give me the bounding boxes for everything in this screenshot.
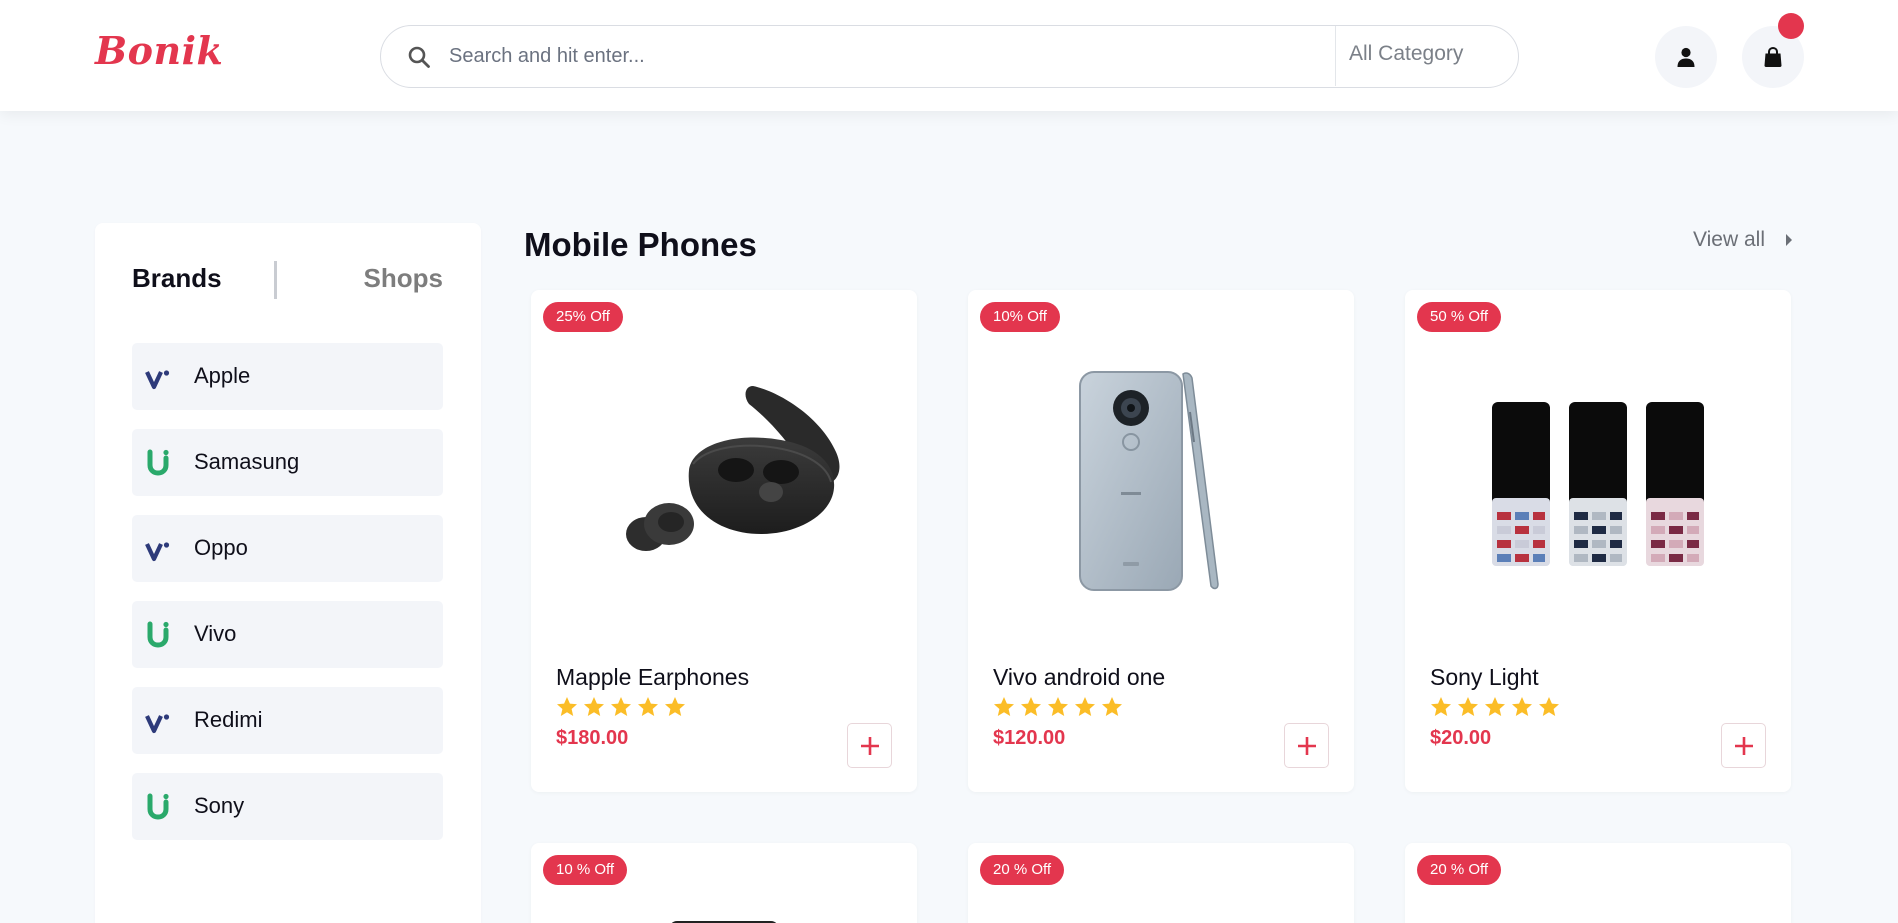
discount-badge: 10% Off <box>980 302 1060 332</box>
plus-icon <box>1298 737 1316 755</box>
rating-stars <box>1429 695 1564 719</box>
product-card[interactable]: 10 % Off <box>531 843 917 923</box>
account-button[interactable] <box>1655 26 1717 88</box>
product-card[interactable]: 50 % Off Sony Light $20.00 <box>1405 290 1791 792</box>
discount-badge: 20 % Off <box>1417 855 1502 885</box>
shopping-bag-icon <box>1764 46 1782 67</box>
star-icon <box>611 697 631 716</box>
star-icon <box>665 697 685 716</box>
v-logo-icon <box>145 714 170 734</box>
product-card[interactable]: 10% Off Vivo android one $120.00 <box>968 290 1354 792</box>
brand-label: Sony <box>194 793 245 818</box>
brand-item-vivo[interactable]: Vivo <box>132 601 443 668</box>
search-icon[interactable] <box>407 45 431 69</box>
brand-item-samasung[interactable]: Samasung <box>132 429 443 496</box>
brand-list: Apple Samasung Oppo Vivo Redimi Sony <box>132 343 443 859</box>
add-to-cart-button[interactable] <box>1721 723 1766 768</box>
u-logo-icon <box>147 449 169 476</box>
star-icon <box>1512 697 1532 716</box>
search-divider <box>1335 26 1336 86</box>
brand-item-apple[interactable]: Apple <box>132 343 443 410</box>
star-icon <box>994 697 1014 716</box>
plus-icon <box>861 737 879 755</box>
star-icon <box>584 697 604 716</box>
view-all-link[interactable]: View all <box>1693 228 1765 252</box>
star-icon <box>1539 697 1559 716</box>
star-icon <box>1485 697 1505 716</box>
v-logo-icon <box>145 370 170 390</box>
product-price: $180.00 <box>556 727 629 749</box>
discount-badge: 50 % Off <box>1417 302 1502 332</box>
section-title: Mobile Phones <box>524 226 757 263</box>
discount-badge: 25% Off <box>543 302 623 332</box>
user-icon <box>1677 47 1695 67</box>
brand-item-sony[interactable]: Sony <box>132 773 443 840</box>
add-to-cart-button[interactable] <box>847 723 892 768</box>
product-card[interactable]: 20 % Off <box>1405 843 1791 923</box>
brand-label: Oppo <box>194 535 248 560</box>
tab-shops[interactable]: Shops <box>364 263 443 294</box>
plus-icon <box>1735 737 1753 755</box>
u-logo-icon <box>147 621 169 648</box>
product-name[interactable]: Mapple Earphones <box>556 664 749 691</box>
product-name[interactable]: Sony Light <box>1430 664 1539 691</box>
brand-item-oppo[interactable]: Oppo <box>132 515 443 582</box>
add-to-cart-button[interactable] <box>1284 723 1329 768</box>
star-icon <box>1048 697 1068 716</box>
caret-right-icon[interactable] <box>1784 232 1794 248</box>
feature-phones-image <box>1492 402 1704 566</box>
product-card[interactable]: 25% Off Mapple Earphones $180.00 <box>531 290 917 792</box>
earbuds-image <box>626 386 840 551</box>
product-name[interactable]: Vivo android one <box>993 664 1165 691</box>
smartphone-image <box>1079 371 1219 591</box>
rating-stars <box>555 695 690 719</box>
brand-item-redimi[interactable]: Redimi <box>132 687 443 754</box>
discount-badge: 10 % Off <box>543 855 628 885</box>
rating-stars <box>992 695 1127 719</box>
product-price: $120.00 <box>993 727 1066 749</box>
brand-label: Samasung <box>194 449 300 474</box>
brand-label: Vivo <box>194 621 237 646</box>
product-card[interactable]: 20 % Off <box>968 843 1354 923</box>
brand-label: Redimi <box>194 707 263 732</box>
brands-sidebar: Brands Shops Apple Samasung Oppo Vivo Re… <box>95 223 481 923</box>
search-input[interactable] <box>449 26 1309 86</box>
tab-divider <box>274 261 277 299</box>
site-header: Bonik All Category <box>0 0 1898 111</box>
star-icon <box>1075 697 1095 716</box>
star-icon <box>1431 697 1451 716</box>
category-dropdown[interactable]: All Category <box>1349 42 1463 66</box>
site-logo[interactable]: Bonik <box>95 28 223 73</box>
v-logo-icon <box>145 542 170 562</box>
star-icon <box>1102 697 1122 716</box>
star-icon <box>638 697 658 716</box>
star-icon <box>557 697 577 716</box>
brand-label: Apple <box>194 363 251 388</box>
u-logo-icon <box>147 793 169 820</box>
star-icon <box>1021 697 1041 716</box>
star-icon <box>1458 697 1478 716</box>
search-bar: All Category <box>380 25 1519 88</box>
tab-brands[interactable]: Brands <box>132 263 222 294</box>
product-price: $20.00 <box>1430 727 1492 749</box>
discount-badge: 20 % Off <box>980 855 1065 885</box>
cart-count-badge <box>1778 13 1804 39</box>
